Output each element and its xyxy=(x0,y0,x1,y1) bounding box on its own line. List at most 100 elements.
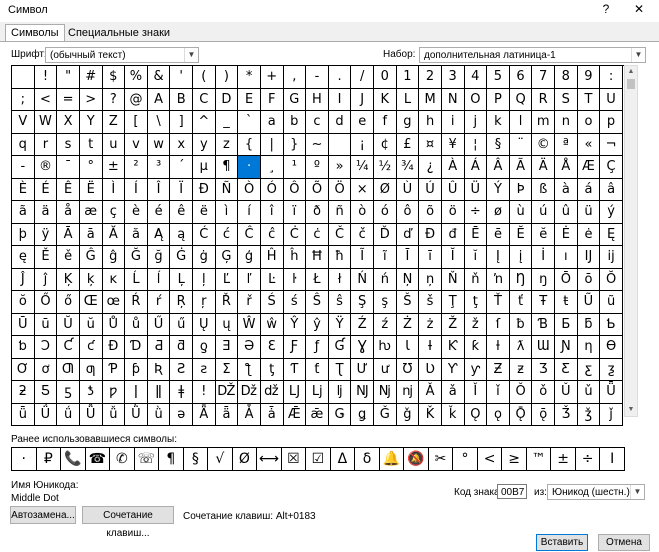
symbol-cell[interactable]: ś xyxy=(283,291,307,314)
symbol-cell[interactable]: Ɠ xyxy=(328,336,352,359)
symbol-cell[interactable]: 5 xyxy=(487,66,510,89)
symbol-cell[interactable]: Ə xyxy=(238,336,261,359)
symbol-cell[interactable]: s xyxy=(57,133,80,156)
symbol-cell[interactable]: Ł xyxy=(306,268,329,291)
symbol-cell[interactable]: ŭ xyxy=(79,313,103,336)
symbol-cell[interactable]: ū xyxy=(34,313,58,336)
symbol-cell[interactable]: Ĺ xyxy=(125,268,148,291)
symbol-cell[interactable]: ` xyxy=(238,111,261,134)
symbol-cell[interactable]: ı xyxy=(555,246,578,269)
symbol-cell[interactable]: ǅ xyxy=(238,381,261,404)
symbol-cell[interactable]: Ŕ xyxy=(125,291,148,314)
symbol-cell[interactable]: ¢ xyxy=(374,133,397,156)
symbol-cell[interactable]: ų xyxy=(215,313,239,336)
symbol-cell[interactable]: ů xyxy=(125,313,148,336)
symbol-cell[interactable]: ¯ xyxy=(57,156,80,179)
symbol-cell[interactable]: ơ xyxy=(34,358,58,381)
symbol-cell[interactable]: ƛ xyxy=(509,336,533,359)
symbol-cell[interactable]: ǎ xyxy=(441,381,465,404)
symbol-cell[interactable]: Ľ xyxy=(215,268,239,291)
symbol-cell[interactable]: Ǘ xyxy=(34,403,58,426)
symbol-cell[interactable]: Ã xyxy=(509,156,533,179)
symbol-cell[interactable]: ć xyxy=(215,223,239,246)
symbol-cell[interactable]: Ʒ xyxy=(532,358,555,381)
symbol-cell[interactable]: b xyxy=(283,111,307,134)
symbol-cell[interactable]: ŷ xyxy=(306,313,329,336)
symbol-cell[interactable]: ƍ xyxy=(193,336,216,359)
symbol-cell[interactable]: Ň xyxy=(441,268,465,291)
symbol-cell[interactable]: ƾ xyxy=(79,381,103,404)
symbol-cell[interactable]: Ĩ xyxy=(351,246,374,269)
symbol-cell[interactable]: Ċ xyxy=(283,223,307,246)
symbol-cell[interactable]: ĭ xyxy=(464,246,488,269)
symbol-cell[interactable]: Ĝ xyxy=(79,246,103,269)
symbol-cell[interactable]: ü xyxy=(577,201,601,224)
symbol-cell[interactable]: ǥ xyxy=(351,403,374,426)
symbol-cell[interactable]: Ž xyxy=(441,313,465,336)
symbol-cell[interactable]: \ xyxy=(147,111,171,134)
symbol-cell[interactable]: ƽ xyxy=(57,381,80,404)
symbol-cell[interactable]: Æ xyxy=(577,156,601,179)
symbol-cell[interactable]: ğ xyxy=(147,246,171,269)
symbol-cell[interactable]: à xyxy=(555,178,578,201)
symbol-cell[interactable]: Ż xyxy=(396,313,420,336)
symbol-cell[interactable]: ~ xyxy=(306,133,329,156)
symbol-cell[interactable]: Ø xyxy=(374,178,397,201)
symbol-cell[interactable]: Ą xyxy=(147,223,171,246)
symbol-cell[interactable]: ļ xyxy=(193,268,216,291)
symbol-cell[interactable]: { xyxy=(238,133,261,156)
symbol-cell[interactable]: > xyxy=(79,88,103,111)
symbol-cell[interactable]: h xyxy=(419,111,442,134)
recent-symbol-cell[interactable]: δ xyxy=(355,448,380,470)
symbol-cell[interactable]: - xyxy=(12,156,35,179)
symbol-cell[interactable]: ǌ xyxy=(396,381,420,404)
symbol-cell[interactable]: ǩ xyxy=(441,403,465,426)
symbol-cell[interactable]: D xyxy=(215,88,239,111)
symbol-cell[interactable]: Ǯ xyxy=(555,403,578,426)
grid-scrollbar[interactable]: ▲ ▼ xyxy=(624,65,638,417)
symbol-cell[interactable]: | xyxy=(260,133,284,156)
symbol-cell[interactable]: ä xyxy=(34,201,58,224)
symbol-cell[interactable]: % xyxy=(125,66,148,89)
symbol-cell[interactable]: » xyxy=(328,156,352,179)
symbol-cell[interactable]: W xyxy=(34,111,58,134)
recent-symbol-cell[interactable]: ✂ xyxy=(429,448,454,470)
symbol-cell[interactable]: í xyxy=(238,201,261,224)
symbol-cell[interactable]: H xyxy=(306,88,329,111)
symbol-cell[interactable]: æ xyxy=(79,201,103,224)
symbol-cell[interactable]: Ĳ xyxy=(577,246,601,269)
symbol-cell[interactable]: Ŭ xyxy=(57,313,80,336)
symbol-cell[interactable]: ƶ xyxy=(509,358,533,381)
symbol-cell[interactable]: Ǟ xyxy=(193,403,216,426)
recent-symbol-cell[interactable]: ⟷ xyxy=(257,448,282,470)
symbol-cell[interactable]: Ű xyxy=(147,313,171,336)
symbol-cell[interactable]: [ xyxy=(125,111,148,134)
symbol-cell[interactable]: Ʊ xyxy=(396,358,420,381)
symbol-cell[interactable]: ư xyxy=(374,358,397,381)
symbol-cell[interactable]: á xyxy=(577,178,601,201)
symbol-cell[interactable]: 4 xyxy=(464,66,488,89)
symbol-cell[interactable]: < xyxy=(34,88,58,111)
symbol-cell[interactable]: ĳ xyxy=(600,246,623,269)
symbol-cell[interactable]: Ý xyxy=(487,178,510,201)
symbol-cell[interactable]: ô xyxy=(396,201,420,224)
symbol-cell[interactable]: 1 xyxy=(396,66,420,89)
symbol-cell[interactable]: Ɨ xyxy=(419,336,442,359)
recent-symbol-cell[interactable]: § xyxy=(184,448,209,470)
symbol-cell[interactable]: É xyxy=(34,178,58,201)
symbol-cell[interactable]: ' xyxy=(170,66,193,89)
symbol-cell[interactable]: ª xyxy=(555,133,578,156)
symbol-cell[interactable]: Â xyxy=(487,156,510,179)
symbol-cell[interactable]: Ì xyxy=(102,178,126,201)
symbol-cell[interactable]: + xyxy=(260,66,284,89)
symbol-cell[interactable]: Ǎ xyxy=(419,381,442,404)
symbol-cell[interactable]: š xyxy=(419,291,442,314)
symbol-cell[interactable]: ¨ xyxy=(509,133,533,156)
symbol-cell[interactable]: ǝ xyxy=(170,403,193,426)
symbol-cell[interactable]: Ɖ xyxy=(102,336,126,359)
symbol-cell[interactable]: · xyxy=(238,156,261,179)
symbol-cell[interactable]: œ xyxy=(102,291,126,314)
symbol-cell[interactable]: © xyxy=(532,133,555,156)
symbol-cell[interactable]: ĝ xyxy=(102,246,126,269)
symbol-cell[interactable]: ą xyxy=(170,223,193,246)
